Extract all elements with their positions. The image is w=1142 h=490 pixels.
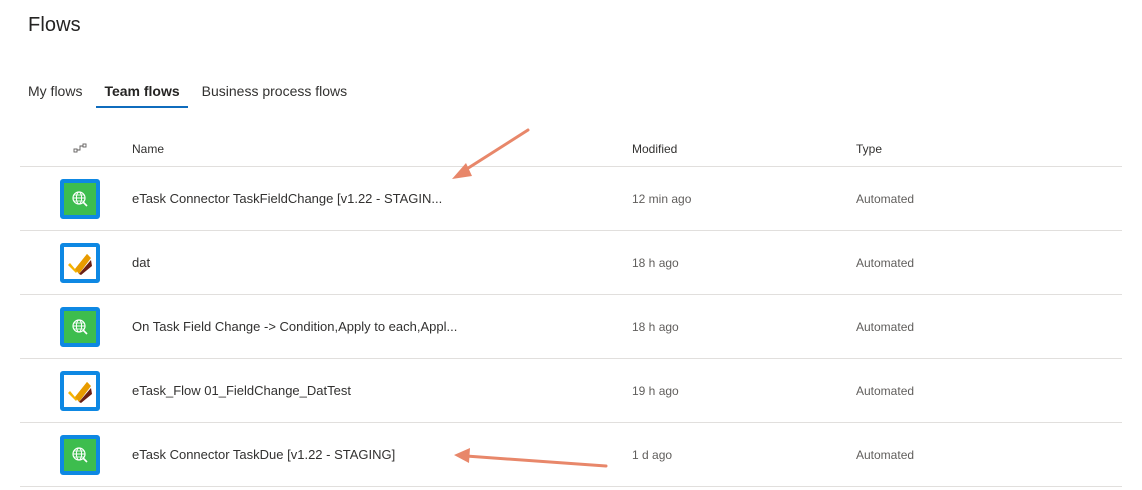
flow-tabs: My flows Team flows Business process flo… xyxy=(20,76,361,108)
flows-table: Name Modified Type eTask Connector TaskF… xyxy=(20,130,1122,487)
table-header: Name Modified Type xyxy=(20,130,1122,167)
flow-name[interactable]: On Task Field Change -> Condition,Apply … xyxy=(132,295,612,358)
flow-modified: 18 h ago xyxy=(632,255,679,270)
flow-modified: 12 min ago xyxy=(632,191,692,206)
table-row[interactable]: eTask Connector TaskDue [v1.22 - STAGING… xyxy=(20,423,1122,487)
flow-type: Automated xyxy=(856,255,915,270)
flow-name[interactable]: eTask Connector TaskDue [v1.22 - STAGING… xyxy=(132,423,612,486)
flow-type-icon[interactable] xyxy=(20,130,140,166)
table-row[interactable]: eTask Connector TaskFieldChange [v1.22 -… xyxy=(20,167,1122,231)
table-row[interactable]: dat 18 h ago Automated xyxy=(20,231,1122,295)
flow-type: Automated xyxy=(856,383,915,398)
flow-type: Automated xyxy=(856,319,915,334)
table-row[interactable]: eTask_Flow 01_FieldChange_DatTest 19 h a… xyxy=(20,359,1122,423)
tab-my-flows[interactable]: My flows xyxy=(20,76,90,108)
flow-modified: 19 h ago xyxy=(632,383,679,398)
column-header-modified[interactable]: Modified xyxy=(632,130,832,168)
column-header-name[interactable]: Name xyxy=(132,130,612,168)
flow-modified: 1 d ago xyxy=(632,447,673,462)
flow-name[interactable]: eTask_Flow 01_FieldChange_DatTest xyxy=(132,359,612,422)
checkmark-task-icon xyxy=(60,370,100,411)
page-title: Flows xyxy=(28,14,81,36)
flow-type: Automated xyxy=(856,191,915,206)
flow-name[interactable]: dat xyxy=(132,231,612,294)
globe-connector-icon xyxy=(60,434,100,475)
flow-type: Automated xyxy=(856,447,915,462)
globe-connector-icon xyxy=(60,306,100,347)
tab-business-process-flows[interactable]: Business process flows xyxy=(194,76,356,108)
column-header-type[interactable]: Type xyxy=(856,130,1056,168)
flow-modified: 18 h ago xyxy=(632,319,679,334)
tab-team-flows[interactable]: Team flows xyxy=(96,76,188,108)
flow-name[interactable]: eTask Connector TaskFieldChange [v1.22 -… xyxy=(132,167,612,230)
checkmark-task-icon xyxy=(60,242,100,283)
table-row[interactable]: On Task Field Change -> Condition,Apply … xyxy=(20,295,1122,359)
globe-connector-icon xyxy=(60,178,100,219)
